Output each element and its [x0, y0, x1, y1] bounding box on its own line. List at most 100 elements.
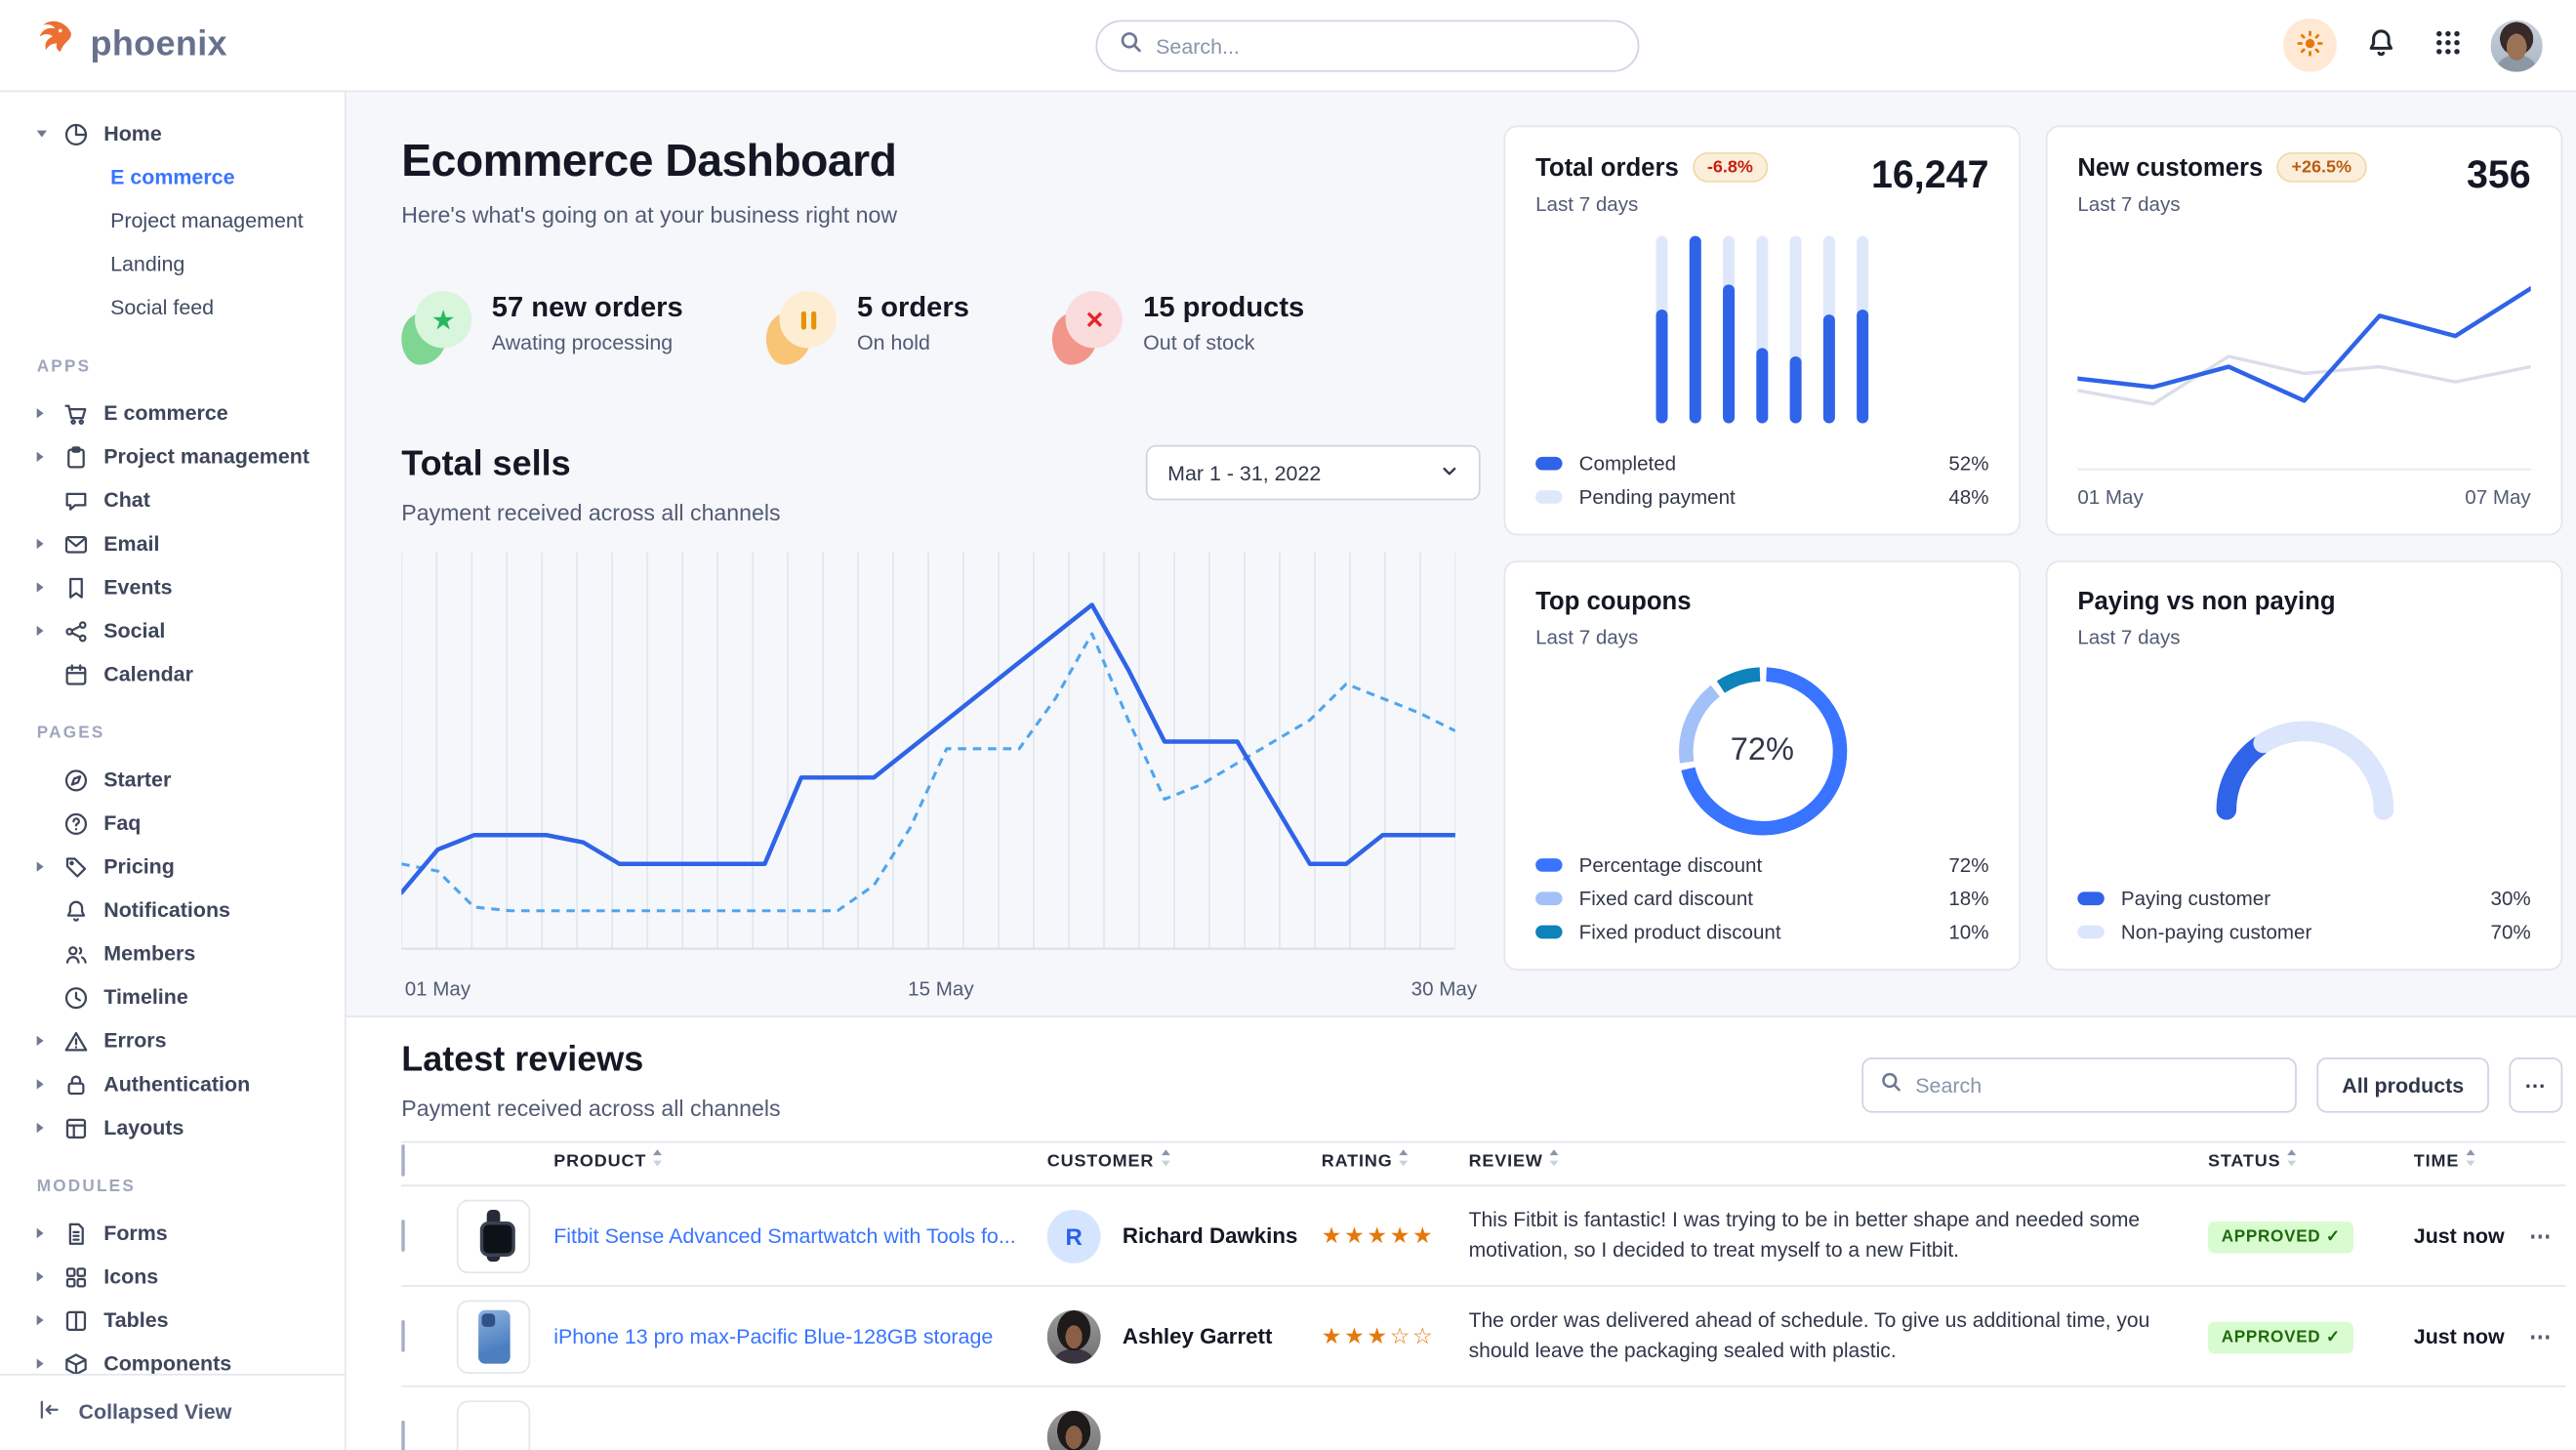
sidebar-item-calendar[interactable]: Calendar: [17, 652, 328, 696]
reviews-table-header: PRODUCTCUSTOMERRATINGREVIEWSTATUSTIME: [401, 1141, 2565, 1186]
customer-avatar[interactable]: [1047, 1410, 1101, 1450]
bar-track: [1756, 235, 1768, 423]
sidebar-item-label: Notifications: [103, 898, 230, 922]
legend-label: Percentage discount: [1579, 853, 1762, 877]
sidebar-item-notifications[interactable]: Notifications: [17, 889, 328, 932]
sidebar-item-events[interactable]: Events: [17, 565, 328, 609]
column-header-review[interactable]: REVIEW: [1469, 1150, 2208, 1172]
user-avatar[interactable]: [2491, 20, 2543, 71]
sidebar-item-components[interactable]: Components: [17, 1342, 328, 1373]
sidebar-item-members[interactable]: Members: [17, 932, 328, 975]
column-header-product[interactable]: PRODUCT: [553, 1150, 1047, 1172]
column-header-rating[interactable]: RATING: [1322, 1150, 1469, 1172]
sidebar-item-icons[interactable]: Icons: [17, 1255, 328, 1299]
brand-logo[interactable]: phoenix: [33, 21, 227, 70]
sidebar-subitem-e-commerce[interactable]: E commerce: [17, 155, 328, 199]
select-all-checkbox[interactable]: [401, 1144, 404, 1177]
sidebar-nav: HomeE commerceProject managementLandingS…: [0, 112, 345, 1373]
bookmark-icon: [63, 575, 89, 601]
box-icon: [63, 1351, 89, 1373]
share-icon: [63, 618, 89, 643]
sidebar-subitem-social-feed[interactable]: Social feed: [17, 286, 328, 330]
row-checkbox[interactable]: [401, 1319, 404, 1351]
sidebar-item-email[interactable]: Email: [17, 522, 328, 566]
legend-label: Pending payment: [1579, 485, 1736, 509]
grid-dots-icon: [2433, 28, 2461, 62]
column-header-time[interactable]: TIME: [2414, 1150, 2529, 1172]
column-header-status[interactable]: STATUS: [2208, 1150, 2414, 1172]
sidebar-item-pricing[interactable]: Pricing: [17, 845, 328, 889]
stat-circle-shape: ★: [415, 291, 471, 348]
sidebar-item-project-management[interactable]: Project management: [17, 435, 328, 479]
x-icon: ✕: [1053, 291, 1124, 364]
date-range-select[interactable]: Mar 1 - 31, 2022: [1146, 445, 1481, 501]
stat-awating-processing: ★57 new ordersAwating processing: [401, 291, 682, 364]
table-row: Fitbit Sense Advanced Smartwatch with To…: [401, 1186, 2565, 1287]
row-menu-button[interactable]: ⋯: [2529, 1323, 2567, 1349]
tag-icon: [63, 854, 89, 880]
status-badge: APPROVED ✓: [2208, 1321, 2354, 1353]
sidebar-item-faq[interactable]: Faq: [17, 802, 328, 846]
sidebar-item-errors[interactable]: Errors: [17, 1019, 328, 1063]
product-image[interactable]: [457, 1399, 530, 1449]
notifications-button[interactable]: [2357, 21, 2404, 70]
apps-grid-button[interactable]: [2424, 21, 2471, 70]
sidebar-subitem-project-management[interactable]: Project management: [17, 199, 328, 243]
customer-cell: RRichard Dawkins: [1047, 1209, 1322, 1263]
sidebar-item-starter[interactable]: Starter: [17, 758, 328, 802]
customer-avatar[interactable]: [1047, 1309, 1101, 1363]
reviews-search[interactable]: [1861, 1057, 2297, 1113]
sidebar-item-timeline[interactable]: Timeline: [17, 975, 328, 1019]
all-products-button[interactable]: All products: [2317, 1057, 2489, 1113]
navbar-search-input[interactable]: [1156, 34, 1615, 58]
customer-cell: [1047, 1410, 1322, 1450]
row-menu-button[interactable]: ⋯: [2529, 1222, 2567, 1249]
customer-avatar[interactable]: R: [1047, 1209, 1101, 1263]
top-coupons-chart: 72%: [1535, 649, 1988, 853]
legend-value: 52%: [1948, 452, 1988, 476]
paying-title: Paying vs non paying: [2077, 587, 2530, 615]
review-time: Just now: [2414, 1324, 2529, 1347]
top-coupons-title: Top coupons: [1535, 587, 1988, 615]
customer-name: Ashley Garrett: [1123, 1323, 1273, 1348]
sidebar-item-layouts[interactable]: Layouts: [17, 1106, 328, 1150]
reviews-search-input[interactable]: [1915, 1073, 2278, 1097]
stat-on-hold: 5 ordersOn hold: [766, 291, 969, 364]
sidebar-item-chat[interactable]: Chat: [17, 478, 328, 522]
main-content: Ecommerce Dashboard Here's what's going …: [347, 92, 2576, 1450]
app: phoenix: [0, 0, 2576, 1450]
envelope-icon: [63, 531, 89, 557]
product-link[interactable]: Fitbit Sense Advanced Smartwatch with To…: [553, 1224, 1047, 1248]
sidebar-item-forms[interactable]: Forms: [17, 1212, 328, 1256]
legend-label: Non-paying customer: [2121, 920, 2311, 943]
sidebar-item-label: Chat: [103, 488, 150, 512]
sidebar-item-home[interactable]: Home: [17, 112, 328, 156]
kpi-cards: Total orders -6.8% Last 7 days 16,247 Co…: [1504, 126, 2563, 1016]
navbar-search[interactable]: [1095, 21, 1639, 72]
total-sells-subtitle: Payment received across all channels: [401, 500, 780, 525]
sidebar-item-tables[interactable]: Tables: [17, 1299, 328, 1343]
product-link[interactable]: iPhone 13 pro max-Pacific Blue-128GB sto…: [553, 1324, 1047, 1347]
navbar-actions: [2283, 19, 2543, 72]
column-header-customer[interactable]: CUSTOMER: [1047, 1150, 1322, 1172]
grid-icon: [63, 1264, 89, 1290]
product-image[interactable]: [457, 1300, 530, 1373]
sidebar-collapse-toggle[interactable]: Collapsed View: [0, 1373, 345, 1450]
sidebar-item-authentication[interactable]: Authentication: [17, 1062, 328, 1106]
sidebar-item-social[interactable]: Social: [17, 609, 328, 653]
legend-value: 10%: [1948, 920, 1988, 943]
row-checkbox[interactable]: [401, 1219, 404, 1251]
axis-label-right: 07 May: [2465, 485, 2530, 509]
total-orders-chart: [1535, 216, 1988, 452]
more-options-button[interactable]: ⋯: [2509, 1057, 2562, 1113]
total-sells-chart: [401, 552, 1480, 967]
sidebar-item-e-commerce[interactable]: E commerce: [17, 392, 328, 435]
review-text: This Fitbit is fantastic! I was trying t…: [1469, 1207, 2208, 1264]
table-row: [401, 1388, 2565, 1450]
theme-toggle-button[interactable]: [2283, 19, 2337, 72]
row-checkbox[interactable]: [401, 1420, 404, 1450]
product-image[interactable]: [457, 1199, 530, 1272]
reviews-table: PRODUCTCUSTOMERRATINGREVIEWSTATUSTIME Fi…: [401, 1141, 2565, 1450]
sidebar-subitem-landing[interactable]: Landing: [17, 242, 328, 286]
latest-reviews-section: Latest reviews Payment received across a…: [347, 1017, 2576, 1450]
